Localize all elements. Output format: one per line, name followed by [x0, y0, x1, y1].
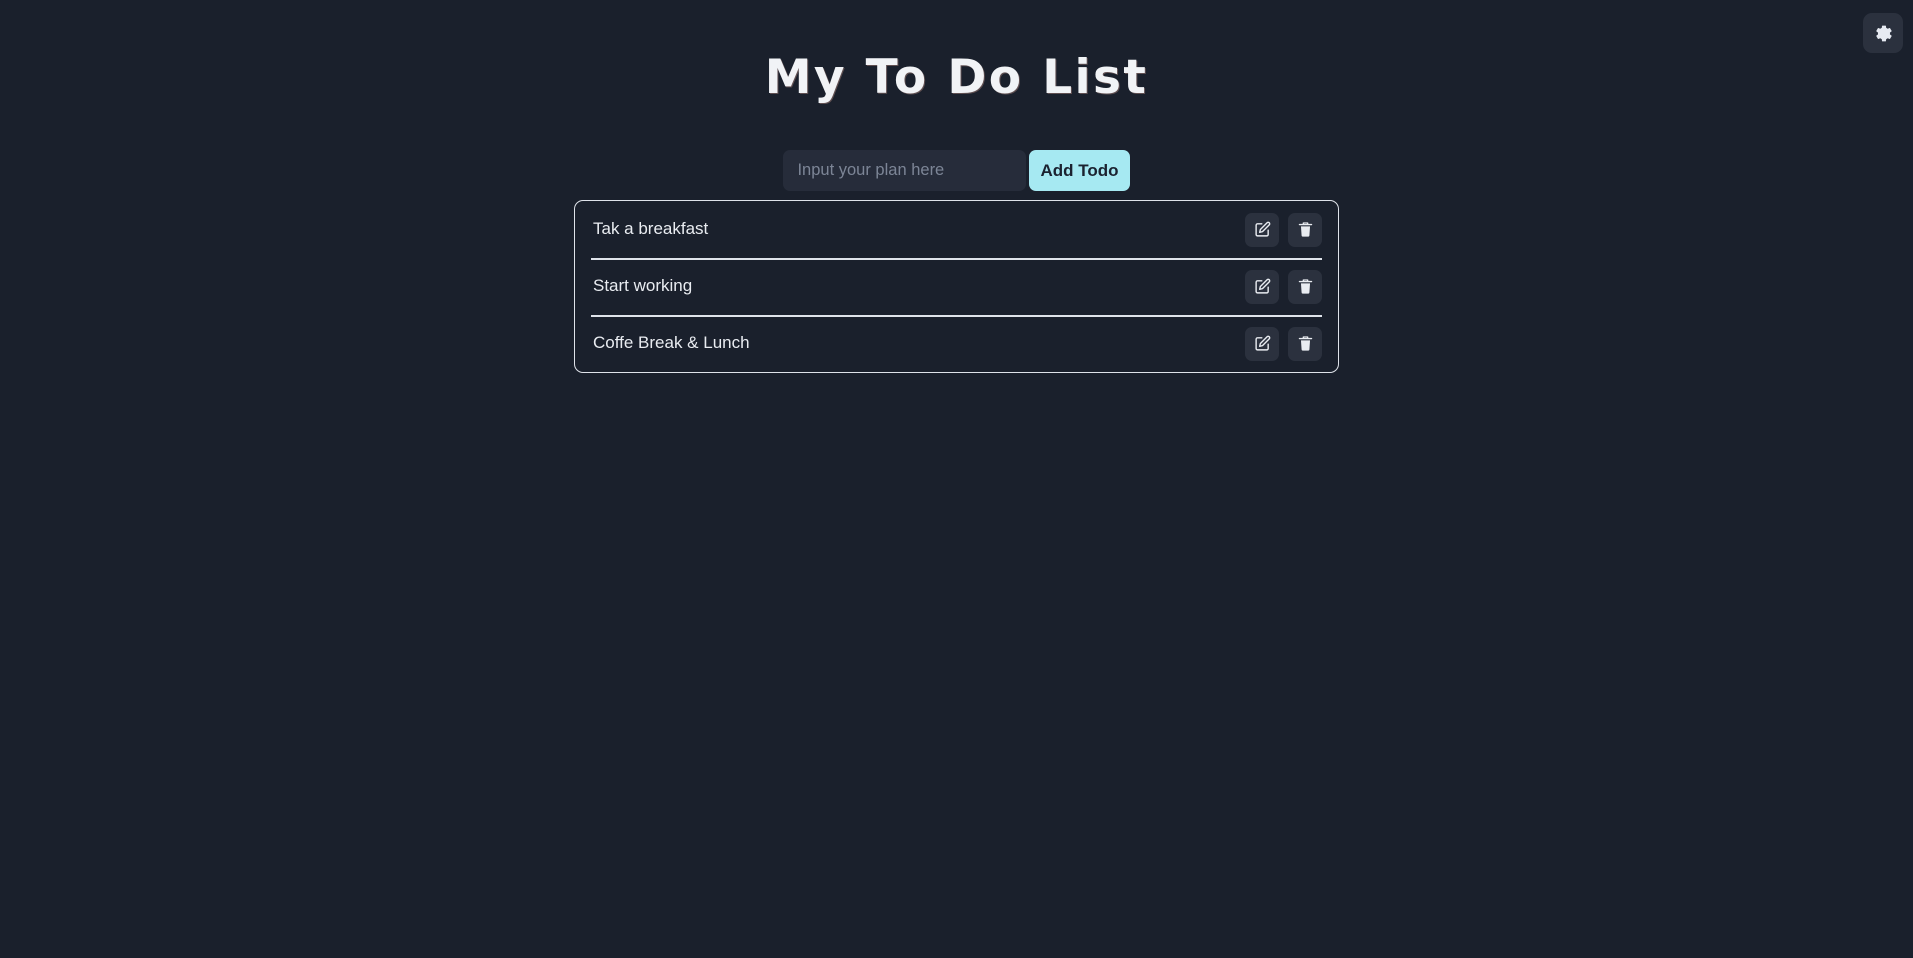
- add-todo-form: Add Todo: [0, 150, 1913, 191]
- trash-icon: [1297, 335, 1314, 352]
- todo-list-item: Start working: [591, 258, 1322, 315]
- todo-input[interactable]: [783, 150, 1027, 191]
- todo-list-item: Coffe Break & Lunch: [591, 315, 1322, 372]
- todo-item-actions: [1245, 269, 1322, 304]
- edit-todo-button[interactable]: [1245, 326, 1279, 361]
- settings-button[interactable]: [1863, 13, 1903, 53]
- todo-item-label: Coffe Break & Lunch: [593, 333, 750, 353]
- pen-to-square-icon: [1254, 221, 1271, 238]
- trash-icon: [1297, 221, 1314, 238]
- edit-todo-button[interactable]: [1245, 212, 1279, 247]
- delete-todo-button[interactable]: [1288, 212, 1322, 247]
- todo-list: Tak a breakfast Start working Coffe Brea…: [574, 200, 1339, 373]
- trash-icon: [1297, 278, 1314, 295]
- delete-todo-button[interactable]: [1288, 269, 1322, 304]
- edit-todo-button[interactable]: [1245, 269, 1279, 304]
- pen-to-square-icon: [1254, 335, 1271, 352]
- todo-item-label: Tak a breakfast: [593, 219, 709, 239]
- todo-item-label: Start working: [593, 276, 693, 296]
- pen-to-square-icon: [1254, 278, 1271, 295]
- todo-app-root: My To Do List Add Todo Tak a breakfast: [0, 0, 1913, 958]
- todo-list-item: Tak a breakfast: [591, 201, 1322, 258]
- todo-item-actions: [1245, 212, 1322, 247]
- add-todo-button[interactable]: Add Todo: [1029, 150, 1130, 191]
- page-title: My To Do List: [764, 50, 1149, 105]
- delete-todo-button[interactable]: [1288, 326, 1322, 361]
- todo-item-actions: [1245, 326, 1322, 361]
- gear-icon: [1874, 24, 1893, 43]
